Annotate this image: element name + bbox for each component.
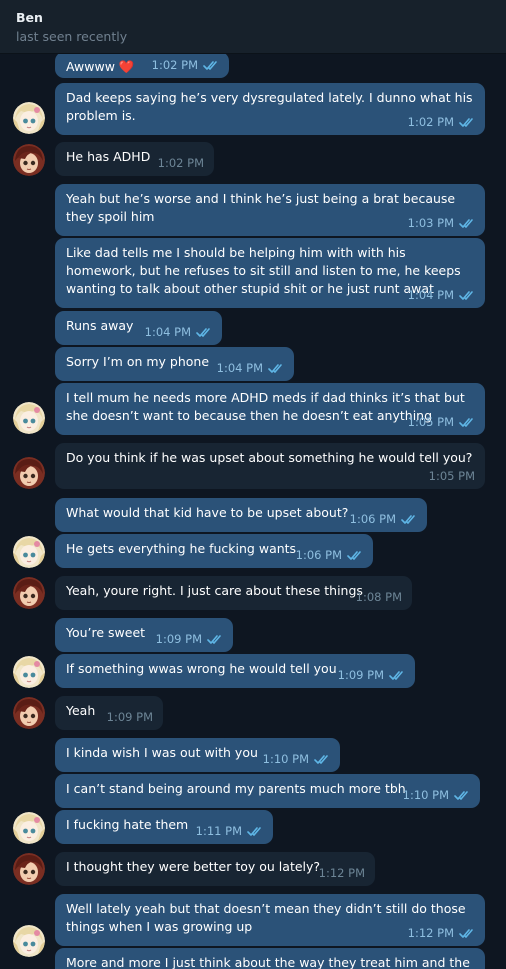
message-bubble[interactable]: Awwww ❤️ 1:02 PM [55, 54, 229, 78]
avatar-blonde[interactable] [13, 102, 45, 134]
message-time: 1:06 PM [295, 548, 342, 562]
message-meta: 1:10 PM [403, 786, 470, 804]
message-bubble[interactable]: You’re sweet 1:09 PM [55, 618, 233, 652]
contact-status: last seen recently [16, 29, 128, 44]
message-meta: 1:09 PM [338, 666, 405, 684]
avatar-blonde[interactable] [13, 402, 45, 434]
avatar-brown[interactable] [13, 577, 45, 609]
avatar-blonde[interactable] [13, 925, 45, 957]
message-bubble[interactable]: Sorry I’m on my phone 1:04 PM [55, 347, 294, 381]
double-check-icon [314, 755, 328, 764]
message-meta: 1:09 PM [156, 630, 223, 648]
message-time: 1:12 PM [318, 866, 365, 880]
message-bubble[interactable]: I fucking hate them 1:11 PM [55, 810, 273, 844]
double-check-icon [247, 827, 261, 836]
message-time: 1:09 PM [155, 632, 202, 646]
double-check-icon [401, 515, 415, 524]
message-time: 1:04 PM [216, 361, 263, 375]
double-check-icon [389, 671, 403, 680]
message-meta: 1:10 PM [263, 750, 330, 768]
message-text: More and more I just think about the way… [66, 955, 470, 969]
message-time: 1:10 PM [402, 788, 449, 802]
message-time: 1:09 PM [337, 668, 384, 682]
double-check-icon [196, 328, 210, 337]
message-meta: 1:06 PM [296, 546, 363, 564]
message-meta: 1:02 PM [152, 56, 219, 74]
message-text: Do you think if he was upset about somet… [66, 450, 473, 465]
message-bubble[interactable]: Yeah but he’s worse and I think he’s jus… [55, 184, 485, 236]
message-meta: 1:04 PM [217, 359, 284, 377]
message-bubble[interactable]: I kinda wish I was out with you 1:10 PM [55, 738, 340, 772]
message-time: 1:05 PM [428, 469, 475, 483]
avatar-brown[interactable] [13, 144, 45, 176]
double-check-icon [268, 364, 282, 373]
double-check-icon [347, 551, 361, 560]
message-time: 1:02 PM [407, 115, 454, 129]
message-bubble[interactable]: I thought they were better toy ou lately… [55, 852, 375, 886]
message-meta: 1:11 PM [196, 822, 263, 840]
message-list[interactable]: Awwww ❤️ 1:02 PM Dad keeps saying he’s v… [0, 54, 506, 969]
message-bubble[interactable]: Dad keeps saying he’s very dysregulated … [55, 83, 485, 135]
message-bubble[interactable]: If something wwas wrong he would tell yo… [55, 654, 415, 688]
message-time: 1:12 PM [407, 926, 454, 940]
double-check-icon [207, 635, 221, 644]
double-check-icon [203, 61, 217, 70]
double-check-icon [459, 219, 473, 228]
message-bubble[interactable]: Runs away 1:04 PM [55, 311, 222, 345]
message-bubble[interactable]: Yeah, youre right. I just care about the… [55, 576, 412, 610]
chat-header[interactable]: Ben last seen recently [0, 0, 506, 54]
message-bubble[interactable]: He has ADHD 1:02 PM [55, 142, 214, 176]
message-bubble[interactable]: More and more I just think about the way… [55, 948, 485, 969]
message-bubble[interactable]: What would that kid have to be upset abo… [55, 498, 427, 532]
message-bubble[interactable]: Do you think if he was upset about somet… [55, 443, 485, 489]
message-meta: 1:04 PM [145, 323, 212, 341]
message-time: 1:10 PM [262, 752, 309, 766]
message-time: 1:05 PM [407, 415, 454, 429]
avatar-brown[interactable] [13, 457, 45, 489]
message-time: 1:02 PM [157, 156, 204, 170]
double-check-icon [459, 118, 473, 127]
double-check-icon [459, 291, 473, 300]
message-time: 1:04 PM [144, 325, 191, 339]
message-time: 1:08 PM [355, 590, 402, 604]
double-check-icon [454, 791, 468, 800]
avatar-blonde[interactable] [13, 656, 45, 688]
message-meta: 1:12 PM [408, 924, 475, 942]
avatar-brown[interactable] [13, 697, 45, 729]
message-time: 1:06 PM [349, 512, 396, 526]
message-time: 1:11 PM [195, 824, 242, 838]
message-bubble[interactable]: I tell mum he needs more ADHD meds if da… [55, 383, 485, 435]
message-time: 1:04 PM [407, 288, 454, 302]
message-meta: 1:04 PM [408, 286, 475, 304]
message-bubble[interactable]: Well lately yeah but that doesn’t mean t… [55, 894, 485, 946]
message-bubble[interactable]: He gets everything he fucking wants 1:06… [55, 534, 373, 568]
message-time: 1:09 PM [106, 710, 153, 724]
message-meta: 1:02 PM [408, 113, 475, 131]
message-bubble[interactable]: Like dad tells me I should be helping hi… [55, 238, 485, 308]
message-meta: 1:03 PM [408, 214, 475, 232]
message-meta: 1:06 PM [350, 510, 417, 528]
avatar-blonde[interactable] [13, 812, 45, 844]
contact-name: Ben [16, 10, 43, 25]
double-check-icon [459, 929, 473, 938]
message-time: 1:02 PM [151, 58, 198, 72]
message-bubble[interactable]: I can’t stand being around my parents mu… [55, 774, 480, 808]
message-time: 1:03 PM [407, 216, 454, 230]
message-meta: 1:05 PM [408, 413, 475, 431]
double-check-icon [459, 418, 473, 427]
avatar-blonde[interactable] [13, 536, 45, 568]
avatar-brown[interactable] [13, 853, 45, 885]
message-bubble[interactable]: Yeah 1:09 PM [55, 696, 163, 730]
message-text: Yeah, youre right. I just care about the… [66, 583, 363, 598]
